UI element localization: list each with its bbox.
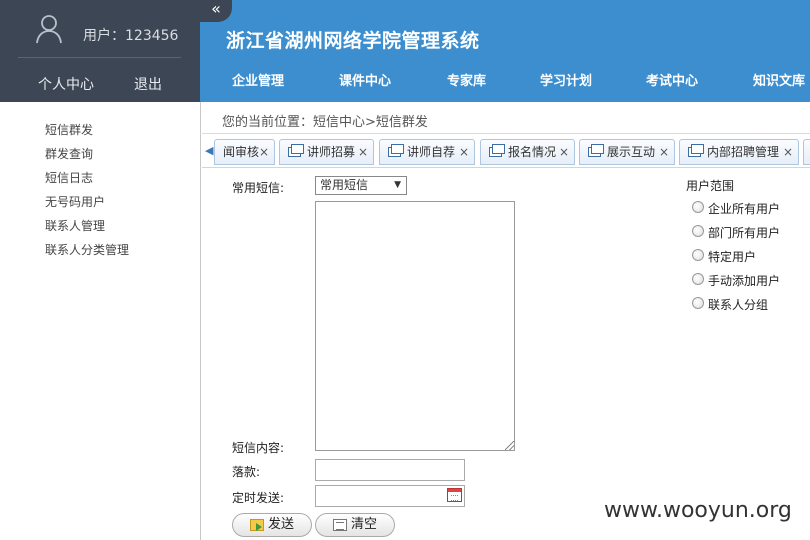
tab-label: 讲师招募 <box>307 145 356 159</box>
breadcrumb-text: 您的当前位置：短信中心>短信群发 <box>222 115 428 130</box>
nav-courseware-center[interactable]: 课件中心 <box>339 70 391 89</box>
radio-button[interactable] <box>692 201 704 213</box>
send-button[interactable]: 发送 <box>232 513 312 537</box>
main-nav: 企业管理 课件中心 专家库 学习计划 考试中心 知识文库 <box>200 70 810 92</box>
radio-button[interactable] <box>692 249 704 261</box>
tab-label: 内部招聘管理 <box>707 145 780 159</box>
tab-label: 闻审核 <box>223 145 260 159</box>
tab-close-icon[interactable]: × <box>783 140 793 164</box>
tab-close-icon[interactable]: × <box>358 140 368 164</box>
personal-center-link[interactable]: 个人中心 <box>38 74 94 94</box>
sms-content-label: 短信内容: <box>232 441 285 455</box>
user-panel: 用户：123456 个人中心 退出 <box>0 0 200 102</box>
radio-button[interactable] <box>692 225 704 237</box>
tab-overflow[interactable] <box>803 139 810 165</box>
user-avatar-icon <box>36 15 62 44</box>
sidebar-item-contact-category-management[interactable]: 联系人分类管理 <box>45 241 129 258</box>
tab-internal-recruitment[interactable]: 内部招聘管理 × <box>679 139 799 165</box>
common-sms-label: 常用短信: <box>232 181 285 195</box>
calendar-icon[interactable] <box>447 488 462 502</box>
nav-knowledge-library[interactable]: 知识文库 <box>753 70 805 89</box>
tab-label: 报名情况 <box>508 145 557 159</box>
clear-icon <box>333 519 347 531</box>
tab-close-icon[interactable]: × <box>259 140 269 164</box>
tab-registration-status[interactable]: 报名情况 × <box>480 139 575 165</box>
tab-window-icon <box>288 144 304 157</box>
site-title: 浙江省湖州网络学院管理系统 <box>226 30 480 52</box>
nav-exam-center[interactable]: 考试中心 <box>646 70 698 89</box>
resize-grip-icon[interactable] <box>505 441 514 450</box>
username-label: 用户：123456 <box>83 28 179 44</box>
tab-bar: ◀ 闻审核 × 讲师招募 × 讲师自荐 × 报名情况 × 展示互动 × 内部招聘… <box>202 136 810 168</box>
clear-button-label: 清空 <box>351 517 378 532</box>
tab-window-icon <box>688 144 704 157</box>
tab-label: 展示互动 <box>607 145 656 159</box>
tab-showcase-interaction[interactable]: 展示互动 × <box>579 139 675 165</box>
sidebar-item-contact-management[interactable]: 联系人管理 <box>45 217 105 234</box>
radio-button[interactable] <box>692 273 704 285</box>
tab-close-icon[interactable]: × <box>459 140 469 164</box>
sidebar-item-broadcast-query[interactable]: 群发查询 <box>45 145 93 162</box>
user-range-title: 用户范围 <box>686 179 735 193</box>
tab-close-icon[interactable]: × <box>559 140 569 164</box>
radio-label: 特定用户 <box>708 250 757 264</box>
scheduled-send-input[interactable] <box>315 485 465 507</box>
tab-window-icon <box>588 144 604 157</box>
sidebar: 短信群发 群发查询 短信日志 无号码用户 联系人管理 联系人分类管理 <box>0 102 201 540</box>
sidebar-item-sms-log[interactable]: 短信日志 <box>45 169 93 186</box>
logout-link[interactable]: 退出 <box>134 74 162 94</box>
nav-study-plan[interactable]: 学习计划 <box>540 70 592 89</box>
nav-enterprise-management[interactable]: 企业管理 <box>232 70 284 89</box>
send-icon <box>250 519 264 531</box>
radio-label: 部门所有用户 <box>708 226 781 240</box>
header-bar: 浙江省湖州网络学院管理系统 企业管理 课件中心 专家库 学习计划 考试中心 知识… <box>200 0 810 102</box>
sms-content-textarea[interactable] <box>315 201 515 451</box>
sidebar-item-no-number-users[interactable]: 无号码用户 <box>45 193 105 210</box>
signature-label: 落款: <box>232 465 261 479</box>
watermark: www.wooyun.org <box>604 498 792 523</box>
signature-input[interactable] <box>315 459 465 481</box>
radio-label: 企业所有用户 <box>708 202 781 216</box>
tab-window-icon <box>388 144 404 157</box>
radio-button[interactable] <box>692 297 704 309</box>
send-button-label: 发送 <box>268 517 295 532</box>
dropdown-arrow-icon: ▼ <box>394 180 401 190</box>
radio-label: 联系人分组 <box>708 298 769 312</box>
common-sms-selected-value: 常用短信 <box>320 178 369 192</box>
user-divider <box>18 57 181 58</box>
tab-partial[interactable]: 闻审核 × <box>214 139 275 165</box>
breadcrumb: 您的当前位置：短信中心>短信群发 <box>202 102 810 134</box>
tab-label: 讲师自荐 <box>407 145 456 159</box>
tab-lecturer-self-recommend[interactable]: 讲师自荐 × <box>379 139 475 165</box>
common-sms-select[interactable]: 常用短信 ▼ <box>315 176 407 195</box>
scheduled-send-label: 定时发送: <box>232 491 285 505</box>
radio-label: 手动添加用户 <box>708 274 781 288</box>
nav-expert-library[interactable]: 专家库 <box>447 70 486 89</box>
tab-window-icon <box>489 144 505 157</box>
clear-button[interactable]: 清空 <box>315 513 395 537</box>
tab-lecturer-recruit[interactable]: 讲师招募 × <box>279 139 374 165</box>
sidebar-item-sms-broadcast[interactable]: 短信群发 <box>45 121 93 138</box>
tab-close-icon[interactable]: × <box>659 140 669 164</box>
